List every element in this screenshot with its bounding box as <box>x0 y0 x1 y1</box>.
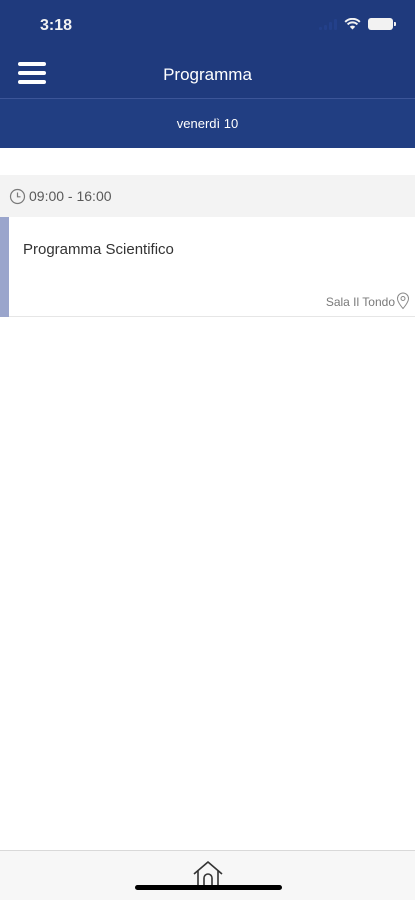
navigation-bar: Programma <box>0 52 415 98</box>
cellular-signal-icon <box>319 18 337 30</box>
home-indicator <box>135 885 282 890</box>
bottom-tab-bar <box>0 850 415 900</box>
app-header: 3:18 Programma venerdì 10 <box>0 0 415 148</box>
timeslot-header: 09:00 - 16:00 <box>0 175 415 217</box>
session-title: Programma Scientifico <box>23 241 174 258</box>
wifi-icon <box>344 18 361 30</box>
status-bar: 3:18 <box>0 0 415 52</box>
battery-icon <box>368 18 396 30</box>
tab-day-label: venerdì 10 <box>176 116 239 131</box>
session-room: Sala Il Tondo <box>325 295 395 309</box>
session-accent-bar <box>0 217 9 317</box>
status-icons <box>319 18 396 30</box>
map-pin-icon <box>396 292 410 310</box>
session-card[interactable]: Programma Scientifico Sala Il Tondo <box>0 217 415 317</box>
timeslot-range: 09:00 - 16:00 <box>29 188 112 204</box>
tab-day[interactable]: venerdì 10 <box>0 98 415 148</box>
clock-icon <box>9 188 26 205</box>
status-time: 3:18 <box>40 17 73 34</box>
page-title: Programma <box>163 65 252 84</box>
